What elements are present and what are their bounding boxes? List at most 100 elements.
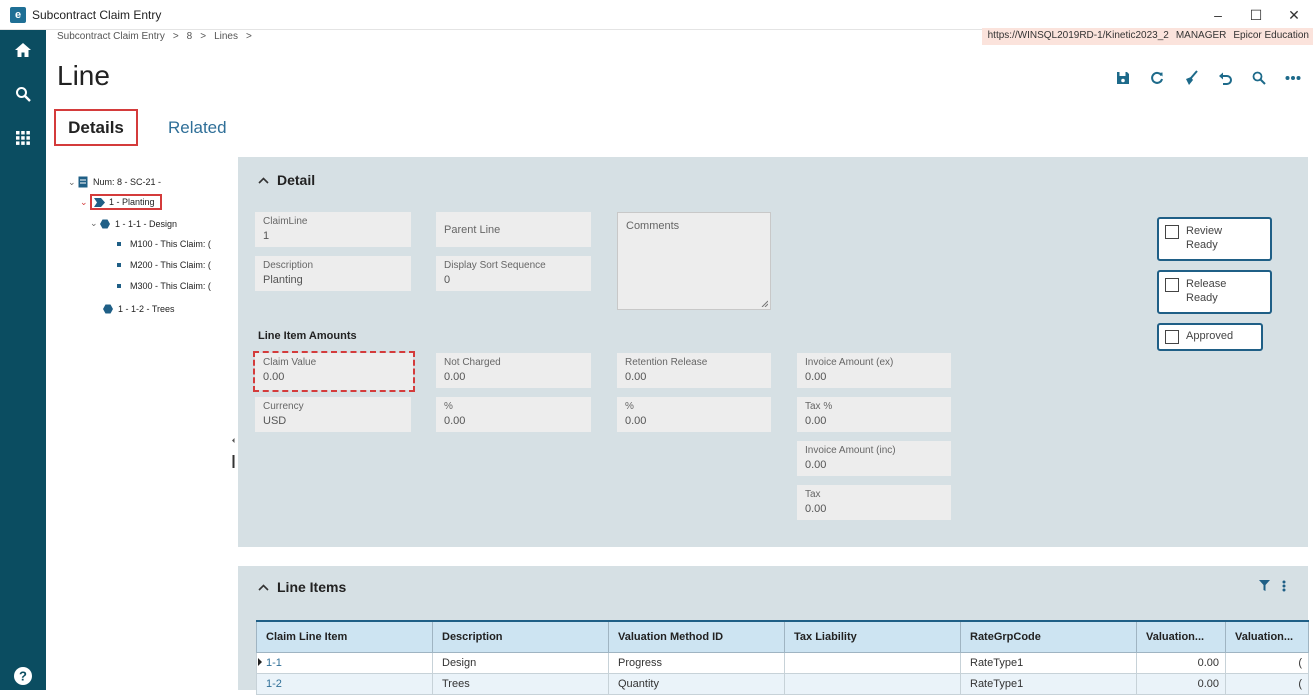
breadcrumb-item-app[interactable]: Subcontract Claim Entry	[57, 31, 165, 42]
column-header-valuation-2[interactable]: Valuation...	[1225, 620, 1309, 653]
tree-node-m200[interactable]: M200 - This Claim: (	[117, 260, 211, 270]
maximize-button[interactable]: ☐	[1237, 0, 1275, 30]
invoice-amount-inc-field[interactable]: Invoice Amount (inc) 0.00	[797, 441, 951, 476]
retention-release-field[interactable]: Retention Release 0.00	[617, 353, 771, 388]
cell-valuation[interactable]: 0.00	[1136, 672, 1226, 695]
cell-valuation[interactable]: 0.00	[1136, 651, 1226, 674]
cell-tax-liability[interactable]	[784, 672, 961, 695]
tree-node-selected[interactable]: 1 - Planting	[90, 194, 162, 210]
user-name: MANAGER	[1175, 30, 1227, 41]
table-row[interactable]: 1-2 Trees Quantity RateType1 0.00 (	[256, 672, 1309, 695]
claim-line-field[interactable]: ClaimLine 1	[255, 212, 411, 247]
undo-icon[interactable]	[1215, 68, 1235, 88]
tree-node-root[interactable]: ⌄ Num: 8 - SC-21 -	[68, 176, 161, 188]
page-toolbar	[1113, 68, 1303, 88]
more-icon[interactable]	[1283, 68, 1303, 88]
tag-icon	[94, 197, 105, 207]
tree-node-m100[interactable]: M100 - This Claim: (	[117, 239, 211, 249]
field-value: USD	[263, 415, 287, 427]
cell-valuation-2[interactable]: (	[1225, 651, 1309, 674]
breadcrumb-item-record[interactable]: 8	[187, 31, 193, 42]
line-items-actions	[1259, 580, 1286, 592]
description-field[interactable]: Description Planting	[255, 256, 411, 291]
chevron-up-icon[interactable]	[258, 580, 269, 594]
claim-value-field[interactable]: Claim Value 0.00	[253, 351, 415, 392]
column-header-valuation[interactable]: Valuation...	[1136, 620, 1226, 653]
cell-valuation-method[interactable]: Quantity	[608, 672, 785, 695]
cell-tax-liability[interactable]	[784, 651, 961, 674]
help-icon[interactable]: ?	[0, 656, 46, 696]
page-title: Line	[57, 60, 110, 91]
cell-claim-line-item[interactable]: 1-2	[256, 672, 433, 695]
minimize-button[interactable]: –	[1199, 0, 1237, 30]
tab-related[interactable]: Related	[168, 109, 227, 146]
filter-icon[interactable]	[1259, 580, 1270, 591]
cell-text[interactable]: 1-1	[266, 657, 282, 669]
table-row[interactable]: 1-1 Design Progress RateType1 0.00 (	[256, 651, 1309, 674]
apps-grid-icon[interactable]	[0, 118, 46, 158]
retention-percent-field[interactable]: % 0.00	[617, 397, 771, 432]
detail-panel-header[interactable]: Detail	[238, 157, 1308, 203]
invoice-amount-ex-field[interactable]: Invoice Amount (ex) 0.00	[797, 353, 951, 388]
currency-field[interactable]: Currency USD	[255, 397, 411, 432]
review-ready-checkbox[interactable]: Review Ready	[1157, 217, 1272, 261]
chevron-down-icon[interactable]: ⌄	[68, 177, 78, 188]
save-icon[interactable]	[1113, 68, 1133, 88]
current-row-icon	[258, 657, 262, 666]
breadcrumb-item-lines[interactable]: Lines	[214, 31, 238, 42]
breadcrumb: Subcontract Claim Entry > 8 > Lines >	[57, 31, 252, 42]
checkbox-label: Approved	[1186, 330, 1234, 342]
clear-icon[interactable]	[1181, 68, 1201, 88]
tree-node-trees[interactable]: 1 - 1-2 - Trees	[103, 304, 175, 314]
column-header-description[interactable]: Description	[432, 620, 609, 653]
column-header-tax-liability[interactable]: Tax Liability	[784, 620, 961, 653]
chevron-down-icon[interactable]: ⌄	[80, 197, 90, 208]
cell-valuation-2[interactable]: (	[1225, 672, 1309, 695]
cell-claim-line-item[interactable]: 1-1	[256, 651, 433, 674]
line-items-header[interactable]: Line Items	[238, 566, 1308, 608]
checkbox-label: Release	[1186, 278, 1227, 290]
cell-rategrpcode[interactable]: RateType1	[960, 672, 1137, 695]
close-button[interactable]: ✕	[1275, 0, 1313, 30]
cell-description[interactable]: Trees	[432, 672, 609, 695]
cell-valuation-method[interactable]: Progress	[608, 651, 785, 674]
checkbox-icon[interactable]	[1165, 278, 1179, 292]
tab-details[interactable]: Details	[54, 109, 138, 146]
field-label: Currency	[263, 401, 304, 412]
tree-node-design[interactable]: ⌄ 1 - 1-1 - Design	[90, 218, 177, 229]
field-label: %	[444, 401, 453, 412]
resize-grip-icon[interactable]	[761, 300, 768, 307]
search-icon[interactable]	[0, 74, 46, 114]
cell-description[interactable]: Design	[432, 651, 609, 674]
not-charged-field[interactable]: Not Charged 0.00	[436, 353, 591, 388]
column-header-valuation-method-id[interactable]: Valuation Method ID	[608, 620, 785, 653]
column-header-rategrpcode[interactable]: RateGrpCode	[960, 620, 1137, 653]
checkbox-icon[interactable]	[1165, 330, 1179, 344]
tree-node-label: 1 - 1-2 - Trees	[118, 304, 175, 314]
chevron-down-icon[interactable]: ⌄	[90, 218, 100, 229]
home-icon[interactable]	[0, 30, 46, 70]
release-ready-checkbox[interactable]: Release Ready	[1157, 270, 1272, 314]
approved-checkbox[interactable]: Approved	[1157, 323, 1263, 351]
tree-node-planting[interactable]: ⌄ 1 - Planting	[80, 194, 162, 210]
kebab-icon[interactable]	[1282, 580, 1286, 592]
column-header-claim-line-item[interactable]: Claim Line Item	[256, 620, 433, 653]
refresh-icon[interactable]	[1147, 68, 1167, 88]
tree-node-m300[interactable]: M300 - This Claim: (	[117, 281, 211, 291]
cell-rategrpcode[interactable]: RateType1	[960, 651, 1137, 674]
display-sort-sequence-field[interactable]: Display Sort Sequence 0	[436, 256, 591, 291]
percent-field[interactable]: % 0.00	[436, 397, 591, 432]
search-icon[interactable]	[1249, 68, 1269, 88]
field-value: 0.00	[444, 415, 466, 427]
app-logo-icon: e	[10, 6, 26, 23]
checkbox-icon[interactable]	[1165, 225, 1179, 239]
tax-percent-field[interactable]: Tax % 0.00	[797, 397, 951, 432]
company-name: Epicor Education	[1233, 30, 1309, 41]
tax-field[interactable]: Tax 0.00	[797, 485, 951, 520]
pane-splitter[interactable]	[232, 438, 235, 469]
parent-line-field[interactable]: Parent Line	[436, 212, 591, 247]
field-label: Display Sort Sequence	[444, 260, 546, 271]
comments-field[interactable]: Comments	[617, 212, 771, 310]
detail-panel: Detail ClaimLine 1 Parent Line Comments …	[238, 157, 1308, 547]
chevron-up-icon[interactable]	[258, 173, 269, 187]
